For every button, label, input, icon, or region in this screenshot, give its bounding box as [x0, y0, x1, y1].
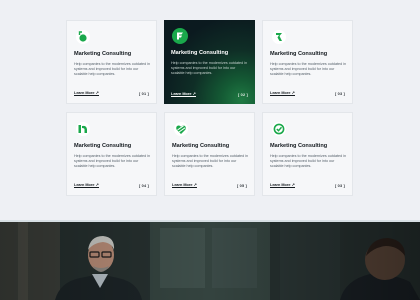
e-leaf-icon: [171, 27, 189, 45]
service-card-highlighted[interactable]: Marketing Consulting Help companies to t…: [164, 20, 255, 104]
service-card[interactable]: Marketing Consulting Help companies to t…: [66, 112, 157, 196]
service-card[interactable]: Marketing Consulting Help companies to t…: [66, 20, 157, 104]
learn-more-link[interactable]: Learn More ↗: [172, 182, 197, 188]
learn-more-link[interactable]: Learn More ↗: [74, 182, 99, 188]
service-number: [ 01 ]: [138, 92, 149, 96]
learn-more-link[interactable]: Learn More ↗: [270, 90, 295, 96]
service-description: Help companies to the modernizes outdate…: [171, 61, 248, 75]
service-description: Help companies to the modernizes outdate…: [270, 154, 347, 168]
check-badge-icon: [270, 120, 288, 138]
two-people-meeting-photo: [0, 222, 420, 300]
service-description: Help companies to the modernizes outdate…: [74, 62, 151, 76]
service-title: Marketing Consulting: [270, 143, 328, 149]
service-description: Help companies to the modernizes outdate…: [172, 154, 249, 168]
service-description: Help companies to the modernizes outdate…: [74, 154, 151, 168]
services-grid: Marketing Consulting Help companies to t…: [66, 20, 354, 196]
double-bar-leaf-icon: [74, 120, 92, 138]
service-title: Marketing Consulting: [74, 51, 132, 57]
service-number: [ 03 ]: [334, 184, 345, 188]
service-card[interactable]: Marketing Consulting Help companies to t…: [262, 112, 353, 196]
service-number: [ 03 ]: [334, 92, 345, 96]
learn-more-link[interactable]: Learn More ↗: [270, 182, 295, 188]
service-title: Marketing Consulting: [171, 50, 229, 56]
service-description: Help companies to the modernizes outdate…: [270, 62, 347, 76]
service-title: Marketing Consulting: [270, 51, 328, 57]
leaf-drop-icon: [74, 28, 92, 46]
service-number: [ 05 ]: [236, 184, 247, 188]
heart-stripe-icon: [172, 120, 190, 138]
learn-more-link[interactable]: Learn More ↗: [74, 90, 99, 96]
service-number: [ 02 ]: [237, 93, 248, 97]
learn-more-link[interactable]: Learn More ↗: [171, 91, 196, 97]
service-card[interactable]: Marketing Consulting Help companies to t…: [262, 20, 353, 104]
arrow-leaf-icon: [270, 28, 288, 46]
service-number: [ 04 ]: [138, 184, 149, 188]
service-card[interactable]: Marketing Consulting Help companies to t…: [164, 112, 255, 196]
service-title: Marketing Consulting: [172, 143, 230, 149]
service-title: Marketing Consulting: [74, 143, 132, 149]
